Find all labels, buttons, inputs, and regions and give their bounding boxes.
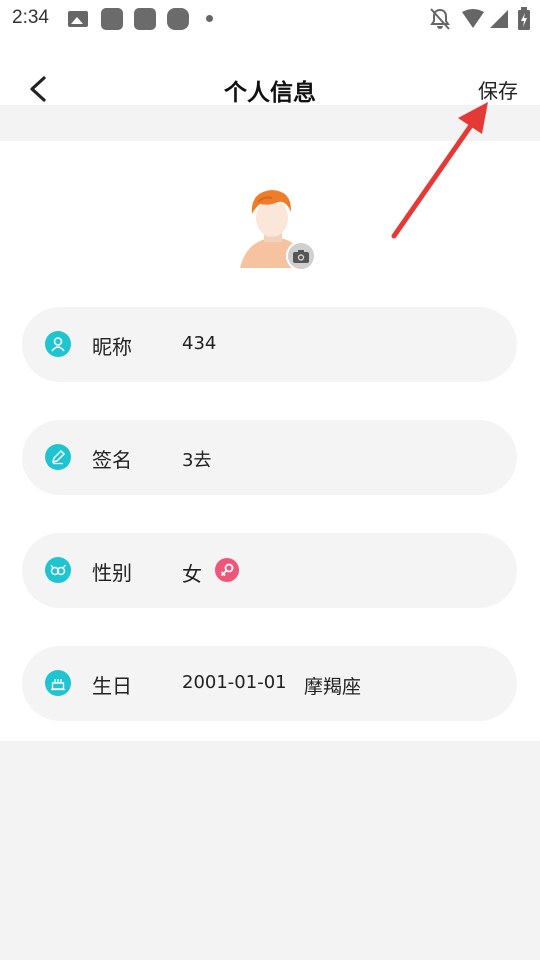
- status-bar: 2:34: [0, 0, 540, 38]
- notification-icon: [101, 8, 123, 30]
- signature-value: 3去: [182, 450, 212, 471]
- user-icon: [45, 331, 71, 357]
- birthday-label: 生日: [92, 674, 132, 698]
- gender-label: 性别: [92, 561, 132, 585]
- status-time: 2:34: [12, 7, 49, 28]
- pen-icon: [45, 444, 71, 470]
- header-bar: 个人信息 保存: [0, 38, 540, 106]
- gender-icon: [45, 557, 71, 583]
- zodiac-sign: 摩羯座: [304, 676, 362, 698]
- save-button[interactable]: 保存: [478, 75, 518, 104]
- camera-button[interactable]: [286, 241, 316, 271]
- nickname-label: 昵称: [92, 335, 132, 359]
- gender-value: 女: [182, 562, 202, 586]
- signature-label: 签名: [92, 448, 132, 472]
- signature-row[interactable]: 签名 3去: [22, 420, 517, 495]
- camera-icon: [293, 249, 309, 263]
- image-icon: [68, 11, 88, 27]
- nickname-value: 434: [182, 333, 217, 354]
- birthday-value: 2001-01-01: [182, 672, 287, 693]
- wifi-icon: [462, 9, 484, 28]
- signal-icon: [490, 10, 508, 28]
- profile-panel: 昵称 434 签名 3去 性别 女 生日 2001-01-01 摩羯座: [0, 141, 540, 741]
- page-title: 个人信息: [224, 80, 316, 106]
- notification-icon: [134, 8, 156, 30]
- notification-icon: [167, 8, 189, 30]
- birthday-row[interactable]: 生日 2001-01-01 摩羯座: [22, 646, 517, 721]
- gender-row[interactable]: 性别 女: [22, 533, 517, 608]
- battery-charging-icon: [518, 7, 530, 30]
- nickname-row[interactable]: 昵称 434: [22, 307, 517, 382]
- dot-icon: [206, 15, 213, 22]
- female-symbol-icon: [215, 558, 239, 582]
- bell-off-icon: [430, 8, 450, 30]
- avatar[interactable]: [238, 186, 318, 271]
- cake-icon: [45, 670, 71, 696]
